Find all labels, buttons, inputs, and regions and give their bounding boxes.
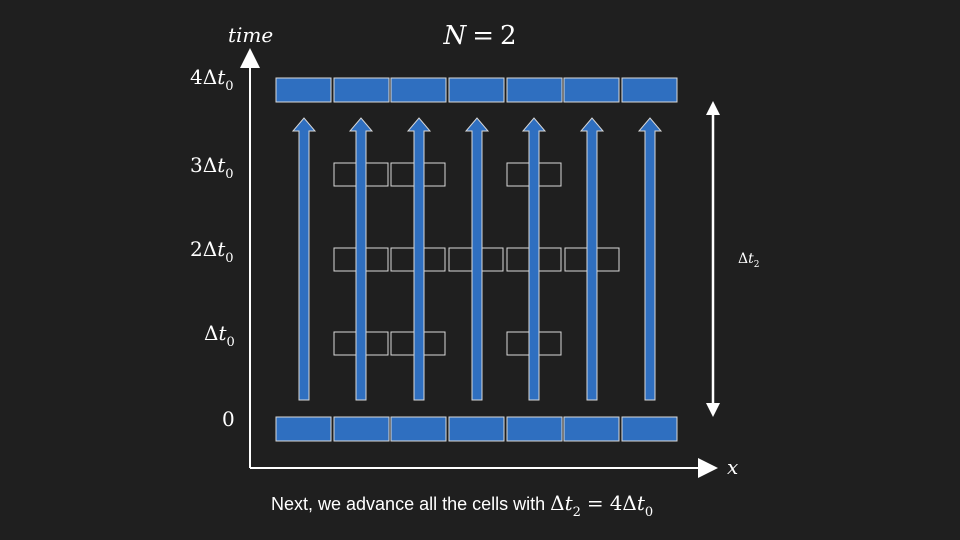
filled-cell — [390, 416, 447, 442]
advance-arrow — [464, 117, 490, 401]
filled-cell — [621, 416, 678, 442]
filled-cell — [506, 416, 563, 442]
y-tick-labels: 4Δt0 3Δt0 2Δt0 Δt0 0 — [190, 65, 235, 431]
x-axis-label: x — [727, 455, 738, 479]
advance-arrow — [637, 117, 663, 401]
advance-arrows — [291, 117, 663, 401]
filled-cell — [621, 77, 678, 103]
filled-cell — [563, 416, 620, 442]
filled-cell — [275, 77, 332, 103]
y-tick-zero: 0 — [222, 407, 235, 431]
y-axis-label: time — [228, 23, 273, 47]
diagram-canvas: N = 2 time x 4Δt0 3Δt0 2Δt0 Δt0 0 Δt2 Ne… — [190, 21, 760, 520]
advance-arrow — [291, 117, 317, 401]
y-tick-2dt0: 2Δt0 — [190, 237, 234, 266]
filled-cell — [333, 77, 390, 103]
filled-cell — [275, 416, 332, 442]
timestep-label: Δt2 — [738, 251, 760, 270]
y-tick-dt0: Δt0 — [204, 321, 235, 350]
filled-cell — [448, 416, 505, 442]
advance-arrow — [579, 117, 605, 401]
advance-arrow — [406, 117, 432, 401]
caption: Next, we advance all the cells with Δt2 =… — [271, 491, 653, 520]
title: N = 2 — [442, 21, 516, 51]
advance-arrow — [521, 117, 547, 401]
y-tick-3dt0: 3Δt0 — [190, 153, 234, 182]
filled-cell — [333, 416, 390, 442]
filled-cell — [506, 77, 563, 103]
filled-row-bottom — [275, 416, 678, 442]
y-tick-4dt0: 4Δt0 — [190, 65, 234, 94]
timestep-double-arrow — [706, 101, 720, 417]
filled-row-top — [275, 77, 678, 103]
filled-cell — [563, 77, 620, 103]
filled-cell — [448, 77, 505, 103]
advance-arrow — [348, 117, 374, 401]
filled-cell — [390, 77, 447, 103]
